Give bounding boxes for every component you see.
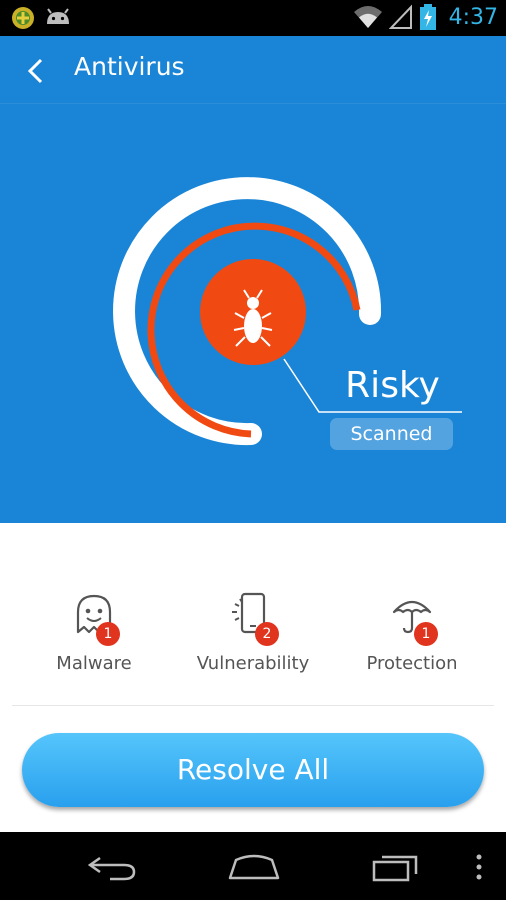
category-vulnerability[interactable]: 2 Vulnerability: [169, 580, 337, 690]
vulnerability-count-badge: 2: [255, 622, 279, 646]
back-icon[interactable]: [86, 850, 138, 884]
scan-result-panel: Antivirus Risky Scanned: [0, 36, 506, 523]
risk-status: Risky: [345, 365, 440, 406]
battery-charging-icon: [419, 4, 436, 30]
home-icon[interactable]: [226, 850, 282, 884]
resolve-all-button[interactable]: Resolve All: [22, 733, 484, 807]
status-bar: 4:37: [0, 0, 506, 36]
recent-apps-icon[interactable]: [370, 850, 422, 884]
protection-count-badge: 1: [414, 622, 438, 646]
divider: [12, 705, 494, 706]
category-protection[interactable]: 1 Protection: [328, 580, 496, 690]
wifi-icon: [353, 6, 382, 28]
app-notification-icon: [12, 7, 34, 29]
signal-icon: [388, 4, 412, 29]
scanned-badge: Scanned: [330, 418, 453, 450]
clock: 4:37: [448, 4, 498, 30]
back-arrow-icon[interactable]: [20, 54, 54, 88]
issue-categories: 1 Malware 2 Vulnerability 1 Protection: [0, 580, 506, 690]
android-icon: [47, 8, 69, 24]
app-bar: Antivirus: [0, 36, 506, 104]
category-label: Vulnerability: [196, 653, 310, 674]
page-title: Antivirus: [74, 52, 185, 81]
category-malware[interactable]: 1 Malware: [10, 580, 178, 690]
category-label: Protection: [366, 653, 458, 674]
category-label: Malware: [56, 653, 132, 674]
scan-gauge: [113, 177, 462, 446]
overflow-menu-icon[interactable]: [472, 850, 486, 884]
malware-count-badge: 1: [96, 622, 120, 646]
navigation-bar: [0, 832, 506, 900]
